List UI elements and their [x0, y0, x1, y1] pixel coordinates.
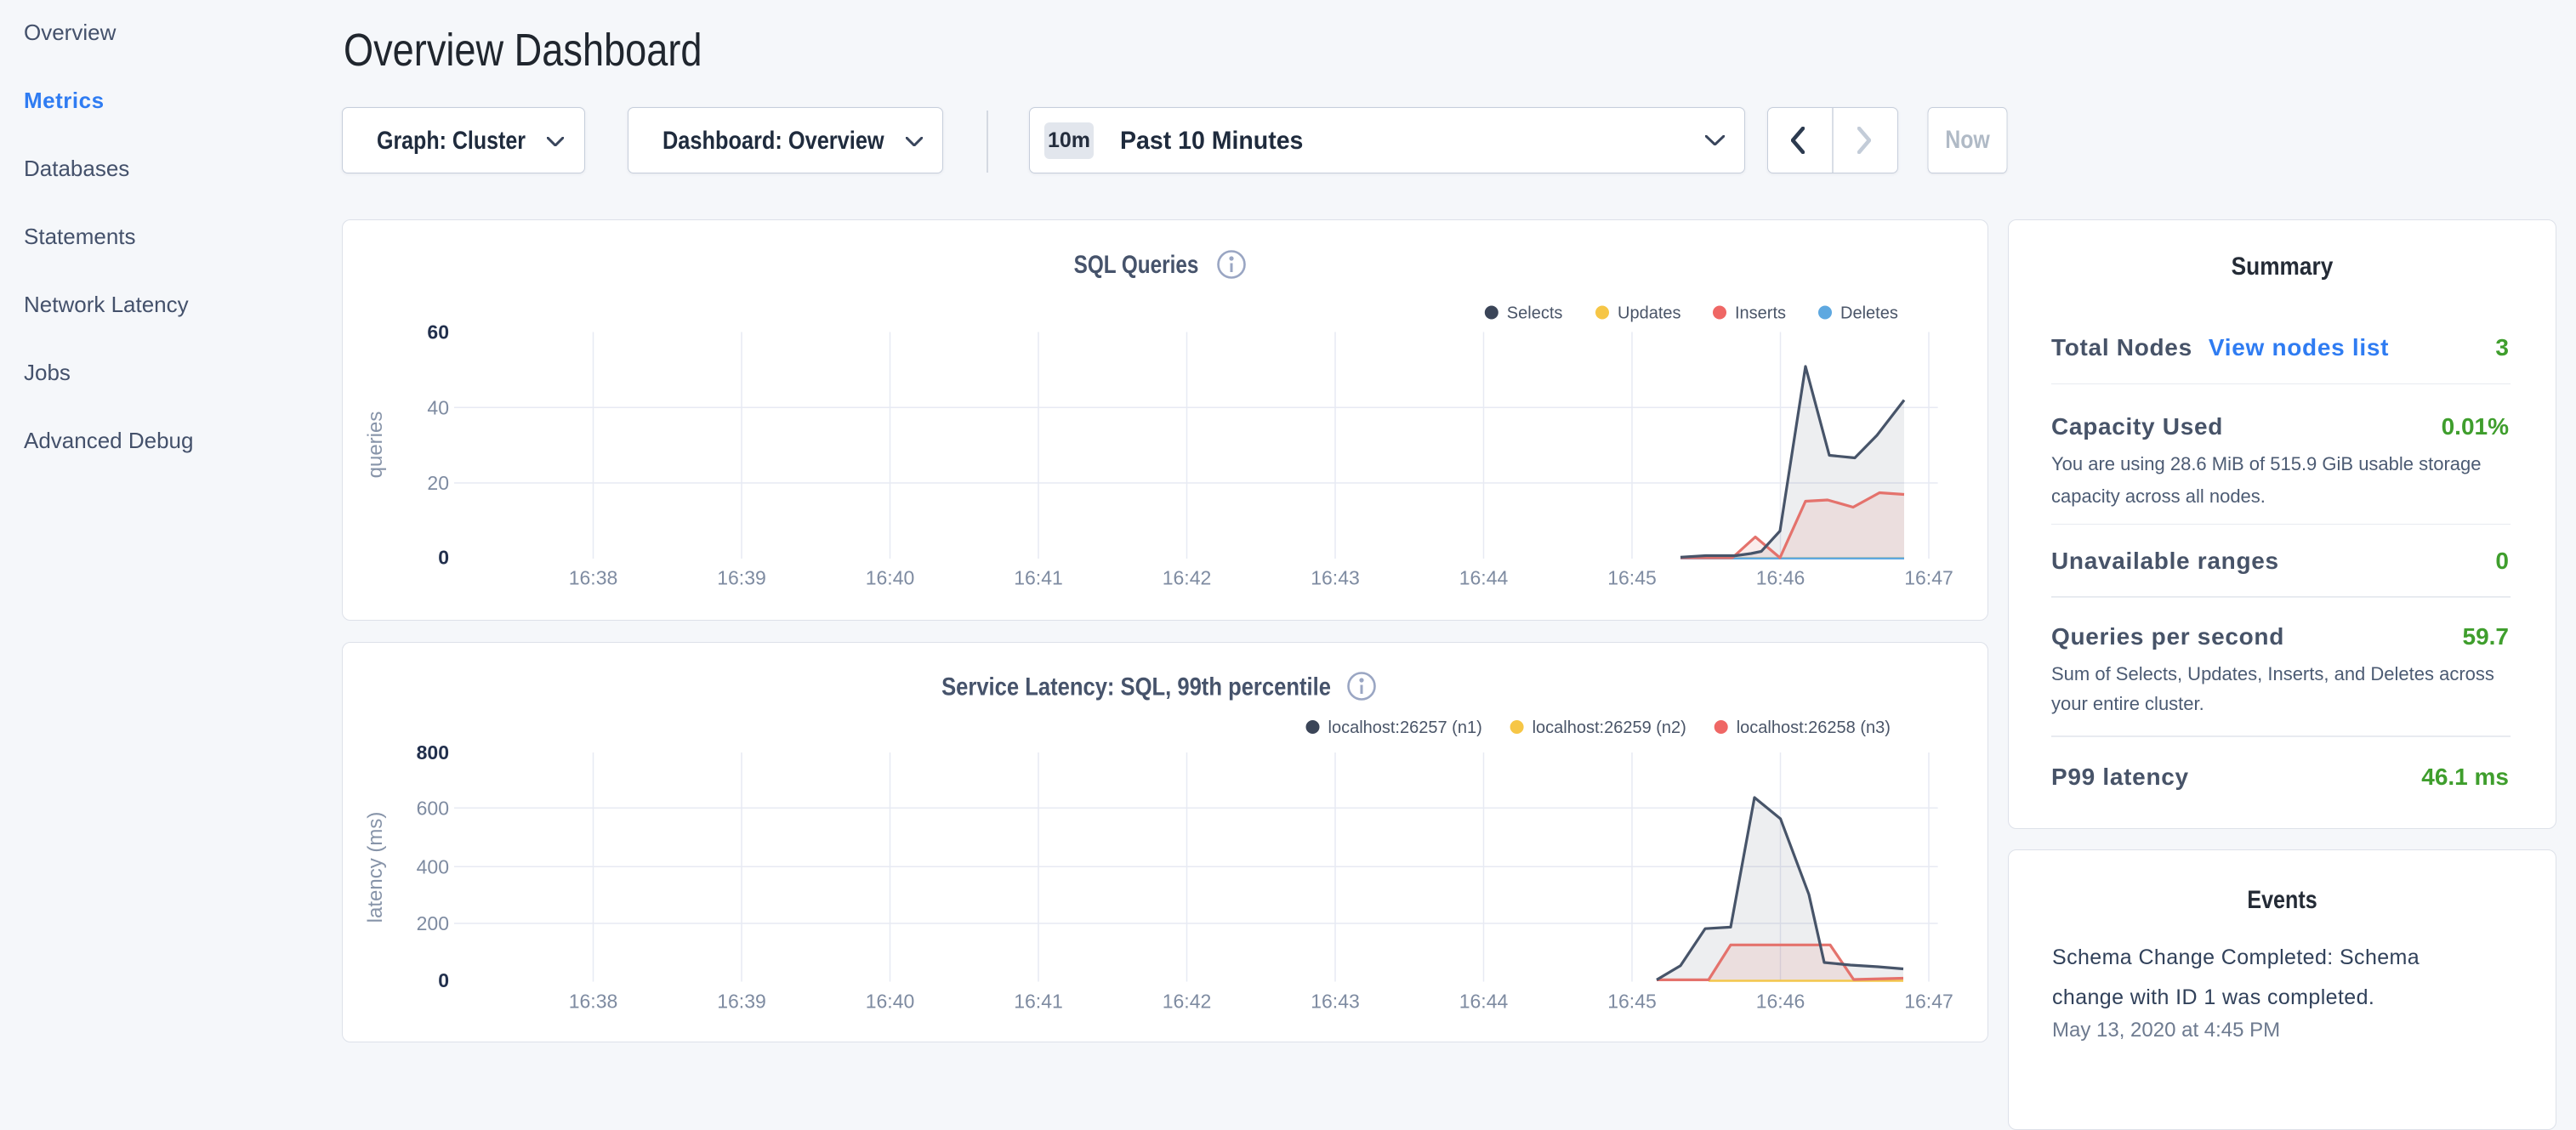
svg-text:400: 400 — [417, 856, 449, 878]
svg-text:16:40: 16:40 — [866, 567, 915, 589]
svg-text:16:47: 16:47 — [1904, 991, 1953, 1013]
svg-text:Inserts: Inserts — [1735, 304, 1786, 323]
svg-text:16:42: 16:42 — [1163, 567, 1212, 589]
svg-text:Service Latency: SQL, 99th per: Service Latency: SQL, 99th percentile — [941, 673, 1331, 701]
svg-text:16:44: 16:44 — [1459, 991, 1509, 1013]
svg-text:16:38: 16:38 — [569, 991, 618, 1013]
svg-text:60: 60 — [427, 321, 449, 344]
svg-text:16:47: 16:47 — [1904, 567, 1953, 589]
svg-text:600: 600 — [417, 798, 449, 820]
svg-text:16:38: 16:38 — [569, 567, 618, 589]
svg-text:16:45: 16:45 — [1607, 991, 1657, 1013]
svg-text:16:46: 16:46 — [1756, 567, 1805, 589]
svg-text:800: 800 — [417, 741, 449, 764]
svg-text:localhost:26258 (n3): localhost:26258 (n3) — [1737, 718, 1891, 737]
svg-text:200: 200 — [417, 912, 449, 934]
svg-text:16:46: 16:46 — [1756, 991, 1805, 1013]
svg-text:latency (ms): latency (ms) — [364, 812, 387, 923]
svg-text:Updates: Updates — [1618, 304, 1681, 323]
svg-text:localhost:26259 (n2): localhost:26259 (n2) — [1533, 718, 1686, 737]
svg-text:Deletes: Deletes — [1840, 304, 1898, 323]
svg-text:localhost:26257 (n1): localhost:26257 (n1) — [1328, 718, 1482, 737]
svg-text:queries: queries — [364, 412, 387, 479]
svg-text:20: 20 — [427, 472, 449, 494]
svg-text:16:42: 16:42 — [1163, 991, 1212, 1013]
svg-text:0: 0 — [438, 969, 449, 991]
svg-text:16:41: 16:41 — [1014, 991, 1063, 1013]
svg-text:0: 0 — [438, 547, 449, 569]
svg-text:16:41: 16:41 — [1014, 567, 1063, 589]
svg-text:16:44: 16:44 — [1459, 567, 1509, 589]
svg-text:40: 40 — [427, 397, 449, 419]
svg-text:16:45: 16:45 — [1607, 567, 1657, 589]
svg-text:16:40: 16:40 — [866, 991, 915, 1013]
svg-text:16:43: 16:43 — [1311, 567, 1360, 589]
svg-text:16:43: 16:43 — [1311, 991, 1360, 1013]
svg-text:SQL Queries: SQL Queries — [1074, 250, 1199, 279]
svg-text:16:39: 16:39 — [717, 991, 766, 1013]
svg-text:Selects: Selects — [1507, 304, 1563, 323]
svg-text:16:39: 16:39 — [717, 567, 766, 589]
